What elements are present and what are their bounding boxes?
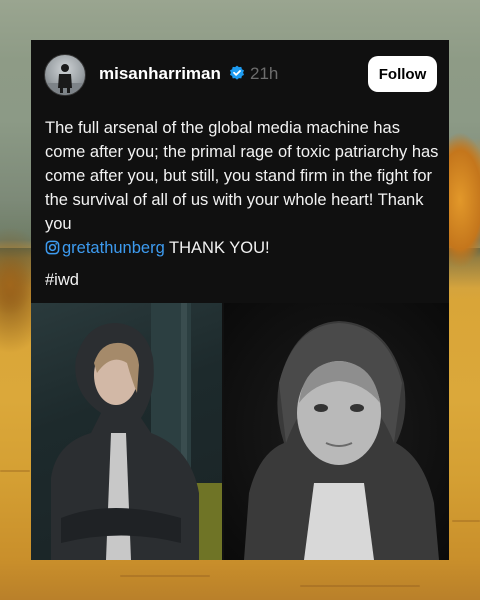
post-text-body: The full arsenal of the global media mac… bbox=[45, 119, 439, 233]
background-stroke bbox=[120, 575, 210, 577]
mention-link[interactable]: gretathunberg bbox=[45, 239, 165, 257]
avatar-figure-icon bbox=[45, 64, 85, 95]
post-header: misanharriman 21h Follow bbox=[31, 40, 449, 108]
post-photo-2[interactable] bbox=[224, 303, 449, 560]
hashtag[interactable]: #iwd bbox=[45, 271, 79, 290]
username[interactable]: misanharriman bbox=[99, 64, 221, 84]
post-text-tail: THANK YOU! bbox=[164, 239, 270, 257]
avatar[interactable] bbox=[44, 54, 86, 96]
instagram-icon bbox=[45, 240, 60, 255]
verified-badge-icon bbox=[230, 65, 244, 80]
background-stroke bbox=[300, 585, 420, 587]
post-card: misanharriman 21h Follow The full arsena… bbox=[31, 40, 449, 560]
background-stroke bbox=[0, 470, 30, 472]
mention-handle: gretathunberg bbox=[62, 239, 165, 257]
portrait-photo-right bbox=[244, 321, 439, 560]
portrait-photo-left bbox=[51, 303, 222, 560]
background-stroke bbox=[452, 520, 480, 522]
post-text: The full arsenal of the global media mac… bbox=[45, 116, 440, 260]
follow-button[interactable]: Follow bbox=[368, 56, 437, 92]
post-time: 21h bbox=[250, 64, 279, 83]
post-photo-1[interactable] bbox=[31, 303, 222, 560]
